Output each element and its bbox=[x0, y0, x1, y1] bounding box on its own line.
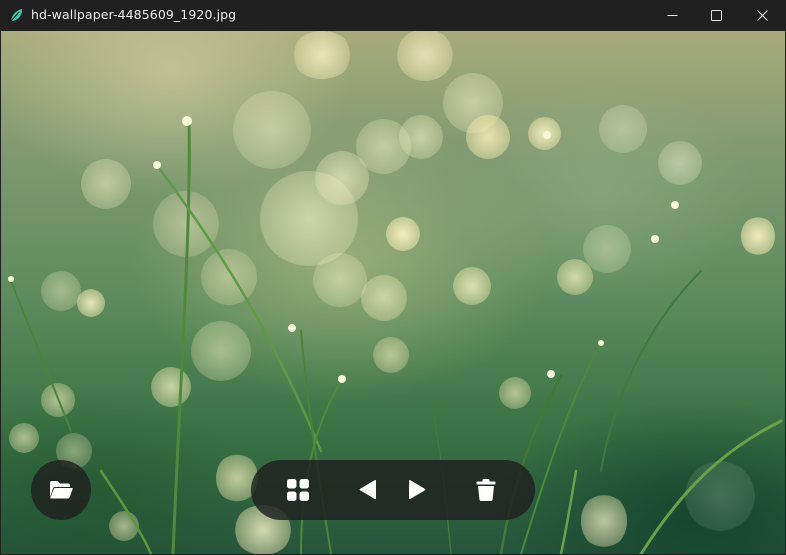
open-folder-button[interactable] bbox=[31, 460, 91, 520]
gallery-button[interactable] bbox=[283, 475, 313, 505]
image-viewer-window: hd-wallpaper-4485609_1920.jpg bbox=[0, 0, 786, 555]
previous-image-button[interactable] bbox=[353, 475, 383, 505]
navigation-toolbar bbox=[251, 460, 535, 520]
trash-icon bbox=[476, 479, 496, 501]
folder-open-icon bbox=[50, 481, 73, 499]
gallery-grid-icon bbox=[287, 479, 309, 501]
maximize-button[interactable] bbox=[693, 0, 739, 31]
next-arrow-icon bbox=[409, 480, 426, 500]
next-image-button[interactable] bbox=[402, 475, 432, 505]
title-bar[interactable]: hd-wallpaper-4485609_1920.jpg bbox=[0, 0, 786, 31]
delete-button[interactable] bbox=[471, 475, 501, 505]
previous-arrow-icon bbox=[359, 480, 376, 500]
maximize-icon bbox=[710, 10, 722, 21]
close-icon bbox=[756, 10, 768, 21]
leaf-icon bbox=[10, 8, 23, 22]
minimize-icon bbox=[667, 15, 677, 16]
minimize-button[interactable] bbox=[649, 0, 695, 31]
close-button[interactable] bbox=[739, 0, 785, 31]
window-title: hd-wallpaper-4485609_1920.jpg bbox=[31, 7, 237, 22]
